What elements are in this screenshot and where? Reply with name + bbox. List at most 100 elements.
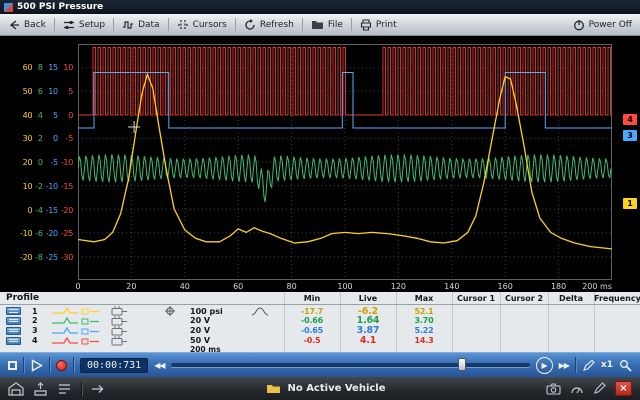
magnifier-icon <box>619 359 632 372</box>
back-button[interactable]: Back <box>0 14 54 36</box>
x-tick: 60 <box>233 282 243 291</box>
active-vehicle-label: No Active Vehicle <box>287 383 385 394</box>
power-off-button[interactable]: Power Off <box>565 14 640 36</box>
zoom-level[interactable]: x1 <box>601 360 613 370</box>
home-icon <box>8 382 24 396</box>
channel-rows: 1100 psi-17.7-6.252.1220 V-0.661.643.703… <box>0 305 640 345</box>
channel-number: 4 <box>32 336 50 345</box>
cursors-button[interactable]: Cursors <box>169 14 235 36</box>
delta-header: Delta <box>548 294 594 303</box>
stop-button[interactable] <box>8 361 17 370</box>
file-label: File <box>328 20 343 30</box>
y-axis-channel-3: 151050-5-10-15-20-25 <box>46 63 58 262</box>
probe-icon[interactable] <box>110 316 164 326</box>
x-tick: 80 <box>287 282 297 291</box>
playbar-separator <box>575 357 576 373</box>
row-drag-handle[interactable] <box>6 317 21 325</box>
file-button[interactable]: File <box>303 14 351 36</box>
forward-arrow-icon <box>91 383 106 395</box>
refresh-label: Refresh <box>260 20 294 30</box>
timebase-value[interactable]: 200 ms <box>190 345 250 352</box>
probe-icon[interactable] <box>110 326 164 336</box>
playbar-separator <box>49 357 50 373</box>
probe-icon[interactable] <box>110 336 164 346</box>
y-axis-labels: 6050403020100-10-2086420-2-4-6-8 151050-5… <box>0 63 76 262</box>
fast-forward-button[interactable]: ▶▶ <box>559 361 569 370</box>
rewind-button[interactable]: ◀◀ <box>154 361 164 370</box>
data-label: Data <box>138 20 160 30</box>
channel-range[interactable]: 50 V <box>190 336 250 345</box>
channel-row-3: 320 V-0.653.875.22 <box>0 325 640 335</box>
refresh-button[interactable]: Refresh <box>236 14 302 36</box>
back-label: Back <box>24 20 46 30</box>
app-icon <box>4 3 13 12</box>
record-button[interactable] <box>56 360 67 371</box>
playback-slider[interactable] <box>171 363 530 367</box>
trace-style-icon[interactable] <box>50 326 110 336</box>
edit-button[interactable] <box>593 382 606 395</box>
eject-icon <box>33 382 48 396</box>
eject-button[interactable] <box>33 382 48 396</box>
live-header: Live <box>340 294 396 303</box>
toolbar: Back Setup Data Cursors Refresh File <box>0 14 640 36</box>
title-bar: 500 PSI Pressure <box>0 0 640 14</box>
camera-button[interactable] <box>546 383 561 395</box>
waveform-plot <box>78 44 612 280</box>
row-drag-handle[interactable] <box>6 307 21 315</box>
channel-marker-4[interactable]: 4 <box>623 114 637 125</box>
menu-button[interactable] <box>57 382 72 396</box>
fast-forward-icon: ▶▶ <box>559 361 569 370</box>
active-vehicle-area[interactable]: No Active Vehicle <box>115 383 537 394</box>
x-tick: 120 <box>391 282 406 291</box>
camera-icon <box>546 383 561 395</box>
playback-time: 00:00:731 <box>80 358 148 373</box>
setup-button[interactable]: Setup <box>55 14 113 36</box>
playback-slider-thumb[interactable] <box>458 358 466 371</box>
forward-button[interactable] <box>91 383 106 395</box>
x-tick: 20 <box>126 282 136 291</box>
scope-app-window: 500 PSI Pressure Back Setup Data Cursors… <box>0 0 640 400</box>
print-button[interactable]: Print <box>352 14 405 36</box>
play-button[interactable] <box>30 359 43 372</box>
channel-number: 3 <box>32 326 50 335</box>
y-axis-channel-1: 6050403020100-10-20 <box>20 63 32 262</box>
cursor1-header: Cursor 1 <box>452 294 500 303</box>
channel-marker-1[interactable]: 1 <box>623 198 637 209</box>
channel-row-2: 220 V-0.661.643.70 <box>0 315 640 325</box>
max-value: 3.70 <box>396 316 452 325</box>
trace-style-icon[interactable] <box>50 316 110 326</box>
setup-icon <box>63 19 75 31</box>
pencil-icon <box>593 382 606 395</box>
data-button[interactable]: Data <box>114 14 168 36</box>
annotate-button[interactable] <box>582 359 595 372</box>
row-drag-handle[interactable] <box>6 327 21 335</box>
home-button[interactable] <box>8 382 24 396</box>
status-separator <box>81 382 82 396</box>
zoom-button[interactable] <box>619 359 632 372</box>
min-value: -0.5 <box>284 336 340 345</box>
file-icon <box>311 19 324 30</box>
plot-area[interactable] <box>78 44 612 280</box>
x-tick: 160 <box>498 282 513 291</box>
channel-marker-3[interactable]: 3 <box>623 130 637 141</box>
channel-range[interactable]: 20 V <box>190 316 250 325</box>
meter-button[interactable] <box>570 383 584 395</box>
timebase-row: 200 ms <box>0 345 640 352</box>
cursors-label: Cursors <box>193 20 227 30</box>
trigger-point-marker <box>128 121 140 133</box>
row-drag-handle[interactable] <box>6 337 21 345</box>
y-axis-channel-2: 86420-2-4-6-8 <box>35 63 42 262</box>
channel-range[interactable]: 20 V <box>190 326 250 335</box>
x-tick: 140 <box>444 282 459 291</box>
record-icon <box>56 360 67 371</box>
print-label: Print <box>376 20 397 30</box>
playbar-separator <box>73 357 74 373</box>
print-icon <box>360 19 372 31</box>
channel-number: 2 <box>32 316 50 325</box>
trace-style-icon[interactable] <box>50 336 110 346</box>
y-axis-channel-4: 1050-5-10-15-20-25-30 <box>61 63 73 262</box>
close-button[interactable]: × <box>615 381 632 396</box>
cursor2-header: Cursor 2 <box>500 294 548 303</box>
window-title: 500 PSI Pressure <box>17 2 103 12</box>
play-circle-button[interactable]: ▶ <box>536 357 553 374</box>
